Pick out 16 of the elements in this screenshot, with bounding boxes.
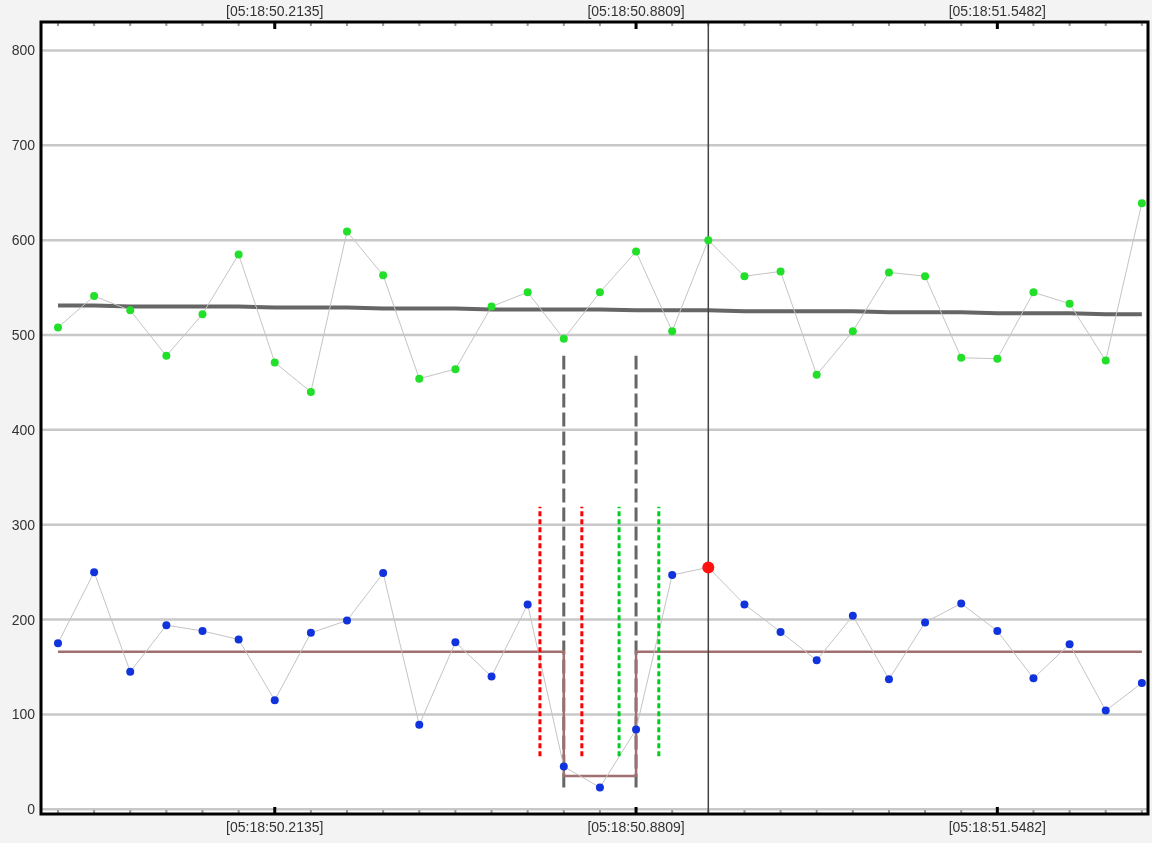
highlighted-point bbox=[702, 561, 715, 574]
axis-label: 700 bbox=[11, 137, 35, 154]
axis-label: 100 bbox=[11, 706, 35, 723]
time-label: [05:18:50.8809] bbox=[587, 3, 685, 19]
axis-label: 800 bbox=[11, 42, 35, 59]
time-label: [05:18:51.5482] bbox=[948, 3, 1046, 19]
axis-label: 0 bbox=[27, 801, 35, 818]
time-label: [05:18:50.8809] bbox=[587, 819, 685, 835]
axis-label: 400 bbox=[11, 421, 35, 438]
time-label: [05:18:51.5482] bbox=[948, 819, 1046, 835]
axis-label: 200 bbox=[11, 611, 35, 628]
axis-label: 300 bbox=[11, 516, 35, 533]
axis-label: 600 bbox=[11, 232, 35, 249]
axis-label: 500 bbox=[11, 327, 35, 343]
time-label: [05:18:50.2135] bbox=[226, 3, 324, 19]
time-label: [05:18:50.2135] bbox=[226, 819, 324, 835]
